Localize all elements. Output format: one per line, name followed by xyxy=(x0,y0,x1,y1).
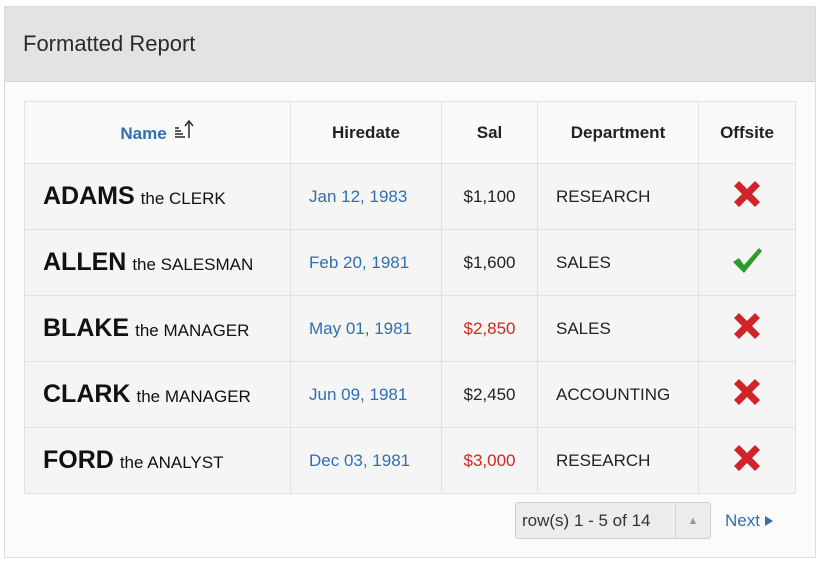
hiredate-cell: Feb 20, 1981 xyxy=(290,229,442,296)
employee-job: the MANAGER xyxy=(136,387,251,406)
region-header: Formatted Report xyxy=(5,7,815,82)
employee-job: the SALESMAN xyxy=(132,255,254,274)
salary-cell: $2,850 xyxy=(441,295,538,362)
checkmark-icon xyxy=(730,248,764,279)
table-row: ADAMS the CLERK Jan 12, 1983 $1,100 RESEARCH xyxy=(24,163,796,230)
employee-job: the CLERK xyxy=(140,189,226,208)
table-header-row: Name Hiredate Sal Department Offsite xyxy=(24,101,796,164)
employee-name-cell: ADAMS the CLERK xyxy=(24,163,291,230)
offsite-cell xyxy=(698,229,796,296)
report-body: ADAMS the CLERK Jan 12, 1983 $1,100 RESEARCH… xyxy=(24,163,796,494)
employee-name-cell: FORD the ANALYST xyxy=(24,427,291,494)
hiredate-cell: Dec 03, 1981 xyxy=(290,427,442,494)
select-arrows-icon: ▲ xyxy=(675,503,710,538)
sort-by-name-link[interactable]: Name xyxy=(120,124,166,143)
column-header-hiredate[interactable]: Hiredate xyxy=(290,101,442,164)
next-arrow-icon xyxy=(764,515,773,526)
salary-cell: $2,450 xyxy=(441,361,538,428)
salary-cell: $1,100 xyxy=(441,163,538,230)
next-label: Next xyxy=(725,510,760,530)
offsite-cell xyxy=(698,361,796,428)
employee-name: BLAKE xyxy=(43,314,130,342)
employee-name-cell: CLARK the MANAGER xyxy=(24,361,291,428)
employee-name: CLARK xyxy=(43,380,131,408)
column-header-department[interactable]: Department xyxy=(537,101,699,164)
column-header-name[interactable]: Name xyxy=(24,101,291,164)
employee-name: FORD xyxy=(43,446,114,474)
report-table: Name Hiredate Sal Department Offsite ADA… xyxy=(24,101,796,494)
cross-icon xyxy=(732,313,762,345)
next-page-link[interactable]: Next xyxy=(725,511,773,531)
hiredate-cell: Jan 12, 1983 xyxy=(290,163,442,230)
employee-name: ADAMS xyxy=(43,182,135,210)
row-range-label: row(s) 1 - 5 of 14 xyxy=(522,510,651,530)
offsite-cell xyxy=(698,295,796,362)
employee-job: the ANALYST xyxy=(119,453,224,472)
department-cell: RESEARCH xyxy=(537,427,699,494)
employee-name-cell: ALLEN the SALESMAN xyxy=(24,229,291,296)
sort-ascending-icon xyxy=(173,119,195,146)
salary-cell: $3,000 xyxy=(441,427,538,494)
salary-cell: $1,600 xyxy=(441,229,538,296)
cross-icon xyxy=(732,379,762,411)
hiredate-cell: Jun 09, 1981 xyxy=(290,361,442,428)
table-row: ALLEN the SALESMAN Feb 20, 1981 $1,600 SALES xyxy=(24,229,796,296)
column-header-sal[interactable]: Sal xyxy=(441,101,538,164)
department-cell: ACCOUNTING xyxy=(537,361,699,428)
employee-name: ALLEN xyxy=(43,248,127,276)
table-row: FORD the ANALYST Dec 03, 1981 $3,000 RESEARC… xyxy=(24,427,796,494)
offsite-cell xyxy=(698,163,796,230)
column-header-offsite[interactable]: Offsite xyxy=(698,101,796,164)
row-range-select[interactable]: row(s) 1 - 5 of 14 ▲ xyxy=(515,502,711,539)
region-title: Formatted Report xyxy=(23,31,196,56)
hiredate-cell: May 01, 1981 xyxy=(290,295,442,362)
pagination: row(s) 1 - 5 of 14 ▲ Next xyxy=(515,502,773,539)
department-cell: SALES xyxy=(537,295,699,362)
department-cell: SALES xyxy=(537,229,699,296)
report-region: Formatted Report Name Hiredate Sal Depar… xyxy=(4,6,816,558)
cross-icon xyxy=(732,181,762,213)
department-cell: RESEARCH xyxy=(537,163,699,230)
table-row: CLARK the MANAGER Jun 09, 1981 $2,450 ACCOUN… xyxy=(24,361,796,428)
employee-name-cell: BLAKE the MANAGER xyxy=(24,295,291,362)
table-row: BLAKE the MANAGER May 01, 1981 $2,850 SALES xyxy=(24,295,796,362)
offsite-cell xyxy=(698,427,796,494)
cross-icon xyxy=(732,445,762,477)
employee-job: the MANAGER xyxy=(135,321,250,340)
